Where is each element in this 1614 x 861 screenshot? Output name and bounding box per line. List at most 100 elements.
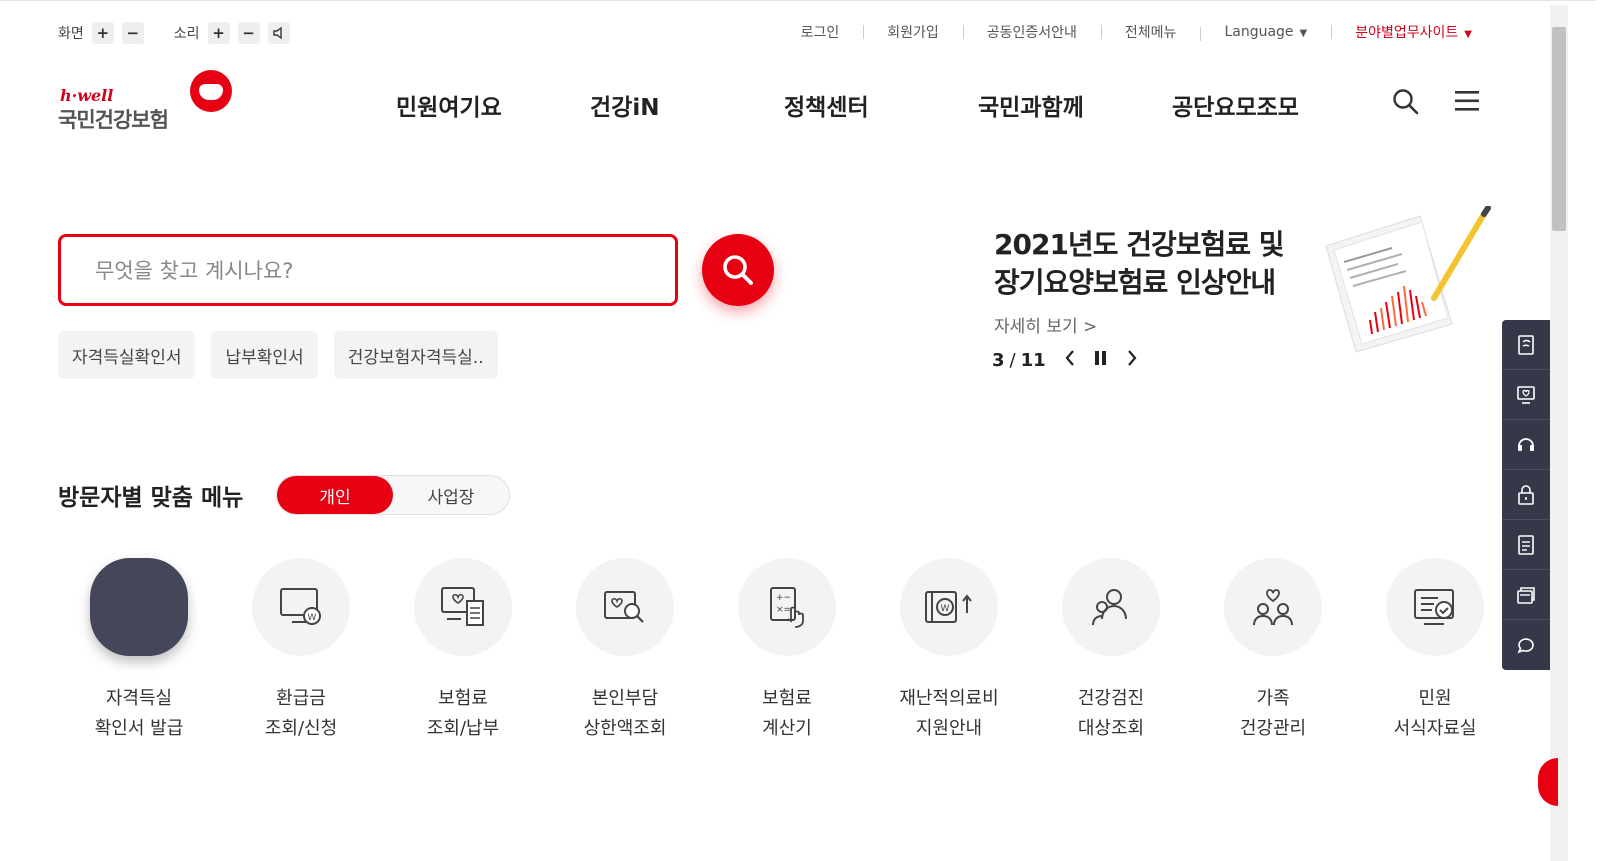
banner-total-pages: 11: [1020, 350, 1046, 371]
quick-menu-label: 보험료: [438, 688, 488, 709]
card-stack-icon[interactable]: [1502, 570, 1550, 620]
window-top-border: [0, 0, 1596, 5]
quick-menu-label: 재난적의료비: [899, 688, 999, 709]
login-link[interactable]: 로그인: [777, 22, 864, 42]
screen-zoom-label: 화면: [58, 26, 84, 42]
nav-item-together[interactable]: 국민과함께: [978, 88, 1172, 122]
zoom-out-button[interactable]: −: [121, 22, 144, 44]
quick-menu-label: 건강관리: [1239, 718, 1307, 739]
quick-menu-label: 대상조회: [1077, 718, 1145, 739]
accessibility-controls: 화면 + − 소리 + −: [58, 22, 298, 44]
nav-item-civil[interactable]: 민원여기요: [396, 88, 590, 122]
volume-down-button[interactable]: −: [237, 22, 260, 44]
search-submit-button[interactable]: [702, 234, 774, 306]
chat-bubble-icon[interactable]: [1502, 620, 1550, 670]
quick-menu-label: 계산기: [762, 718, 812, 739]
utility-links: 로그인 회원가입 공동인증서안내 전체메뉴 Language ▼ 분야별업무사이트…: [777, 22, 1496, 42]
search-icon[interactable]: [1392, 88, 1420, 116]
list-document-icon[interactable]: [1502, 520, 1550, 570]
speaker-icon[interactable]: [267, 22, 290, 44]
zoom-in-button[interactable]: +: [91, 22, 114, 44]
certificate-guide-link[interactable]: 공동인증서안내: [962, 22, 1101, 42]
volume-up-button[interactable]: +: [207, 22, 230, 44]
headset-icon[interactable]: [1502, 420, 1550, 470]
monitor-heart-icon[interactable]: [1502, 370, 1550, 420]
visitor-type-toggle: 개인 사업장: [276, 475, 510, 515]
quick-menu-label: 본인부담: [591, 688, 659, 709]
search-input[interactable]: 무엇을 찾고 계시나요?: [58, 234, 678, 306]
quick-menu-item[interactable]: 민원서식자료실: [1354, 558, 1516, 744]
nhis-logo[interactable]: h·well 국민건강보험: [58, 70, 238, 134]
lock-icon[interactable]: [1502, 470, 1550, 520]
checkup-people-icon: [1062, 558, 1160, 656]
document-sign-icon[interactable]: [1502, 320, 1550, 370]
sound-label: 소리: [173, 26, 200, 42]
hamburger-menu-icon[interactable]: [1454, 90, 1480, 112]
quick-menu-label: 지원안내: [915, 718, 983, 739]
banner-title-line1: 2021년도 건강보험료 및: [994, 228, 1285, 261]
banner-title[interactable]: 2021년도 건강보험료 및 장기요양보험료 인상안내: [994, 226, 1285, 302]
quick-menu-item[interactable]: 건강검진 대상조회: [1030, 558, 1192, 744]
language-select[interactable]: Language ▼: [1200, 24, 1331, 41]
svg-text:+−: +−: [776, 593, 791, 603]
keyword-chip[interactable]: 납부확인서: [211, 331, 318, 379]
keyword-chip[interactable]: 건강보험자격득실..: [333, 331, 498, 379]
quick-menu-label: 상한액조회: [583, 718, 667, 739]
page-scrollbar[interactable]: [1550, 5, 1568, 861]
svg-text:×=: ×=: [776, 605, 791, 615]
search-icon: [723, 255, 753, 285]
next-arrow-icon[interactable]: [1126, 349, 1138, 372]
quick-menu-item[interactable]: 자격득실확인서 발급: [58, 558, 220, 744]
quick-menu-label: 환급금: [276, 688, 326, 709]
toggle-business[interactable]: 사업장: [393, 476, 509, 514]
caret-down-icon: ▼: [1299, 28, 1308, 39]
side-quick-bar: [1502, 320, 1550, 670]
medical-support-icon: W: [900, 558, 998, 656]
all-menu-link[interactable]: 전체메뉴: [1100, 22, 1201, 42]
logo-name: 국민건강보험: [58, 108, 169, 132]
prev-arrow-icon[interactable]: [1064, 349, 1076, 372]
caret-down-icon: ▼: [1464, 29, 1472, 40]
nav-item-policy[interactable]: 정책센터: [784, 88, 978, 122]
quick-menu-list: 자격득실확인서 발급 W 환급금조회/신청 보험료조회/납부 본인부담상한액조회…: [58, 558, 1516, 744]
main-navigation: 민원여기요 건강iN 정책센터 국민과함께 공단요모조모: [396, 88, 1299, 122]
quick-menu-label: 확인서 발급: [94, 718, 184, 739]
certificate-icon: [90, 558, 188, 656]
nav-item-health-in[interactable]: 건강iN: [590, 88, 784, 122]
signup-link[interactable]: 회원가입: [863, 22, 963, 42]
quick-menu-item[interactable]: W 재난적의료비지원안내: [868, 558, 1030, 744]
svg-text:W: W: [941, 604, 950, 614]
banner-pager: 3 / 11: [992, 349, 1138, 372]
refund-monitor-icon: W: [252, 558, 350, 656]
form-library-icon: [1386, 558, 1484, 656]
quick-menu-label: 서식자료실: [1393, 718, 1477, 739]
toggle-individual[interactable]: 개인: [277, 476, 393, 514]
banner-title-line2: 장기요양보험료 인상안내: [994, 266, 1276, 299]
quick-menu-label: 민원: [1418, 688, 1452, 709]
quick-menu-item[interactable]: +− ×= 보험료계산기: [706, 558, 868, 744]
quick-menu-label: 자격득실: [105, 688, 173, 709]
quick-menu-item[interactable]: 보험료조회/납부: [382, 558, 544, 744]
floating-chat-button[interactable]: [1538, 758, 1558, 806]
nav-item-about[interactable]: 공단요모조모: [1172, 88, 1299, 122]
logo-mark-icon: [190, 70, 232, 112]
language-label: Language: [1224, 24, 1294, 40]
svg-text:W: W: [308, 613, 317, 623]
keyword-chip[interactable]: 자격득실확인서: [58, 331, 196, 379]
banner-more-link[interactable]: 자세히 보기 >: [994, 312, 1097, 337]
quick-menu-item[interactable]: 본인부담상한액조회: [544, 558, 706, 744]
scrollbar-thumb[interactable]: [1552, 27, 1566, 231]
quick-menu-label: 조회/신청: [264, 718, 338, 739]
logo-tagline: h·well: [60, 86, 114, 105]
document-chart-illustration-icon: [1322, 205, 1492, 356]
quick-menu-item[interactable]: 가족 건강관리: [1192, 558, 1354, 744]
family-health-icon: [1224, 558, 1322, 656]
visitor-menu-title: 방문자별 맞춤 메뉴: [58, 485, 244, 511]
quick-menu-label: 조회/납부: [426, 718, 500, 739]
field-sites-select[interactable]: 분야별업무사이트 ▼: [1331, 22, 1496, 42]
quick-menu-item[interactable]: W 환급금조회/신청: [220, 558, 382, 744]
banner-current-page: 3: [992, 350, 1005, 371]
pause-icon[interactable]: [1094, 350, 1108, 371]
quick-menu-label: 보험료: [762, 688, 812, 709]
calculator-icon: +− ×=: [738, 558, 836, 656]
